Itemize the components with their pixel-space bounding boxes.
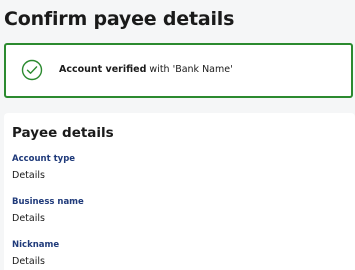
alert-message: Account verified with 'Bank Name' (59, 64, 233, 75)
business-name-value: Details (12, 213, 45, 224)
account-type-label: Account type (12, 154, 76, 164)
nickname-label: Nickname (12, 240, 60, 250)
page-title: Confirm payee details (4, 8, 235, 30)
account-type-value: Details (12, 170, 45, 181)
alert-rest-text: with 'Bank Name' (146, 64, 233, 75)
alert-strong-text: Account verified (59, 64, 147, 75)
payee-details-card: Payee details Account type Details Busin… (4, 113, 355, 270)
check-circle-icon (21, 59, 43, 81)
payee-details-title: Payee details (12, 125, 114, 141)
verification-alert: Account verified with 'Bank Name' (4, 43, 353, 98)
nickname-value: Details (12, 256, 45, 267)
business-name-label: Business name (12, 197, 84, 207)
